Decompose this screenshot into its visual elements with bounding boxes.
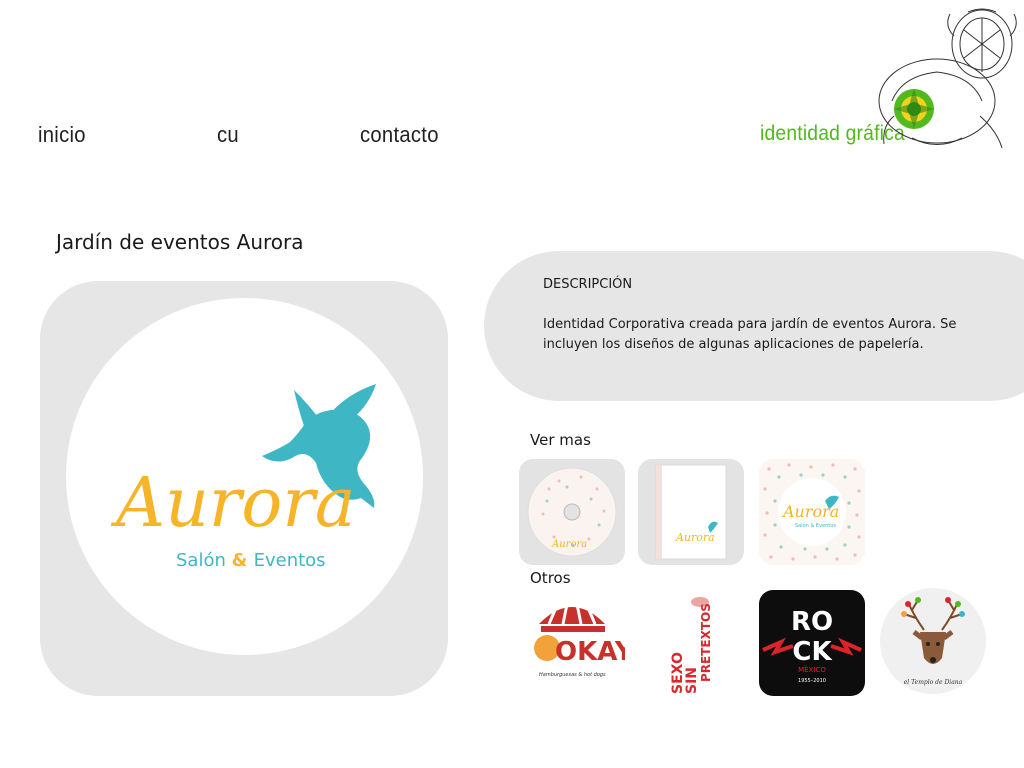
hero-circle: Aurora Salón & Eventos [66, 298, 423, 655]
rock-years: 1955–2010 [798, 678, 826, 684]
rock-mexico-text: MÉXICO [798, 665, 826, 674]
description-heading: DESCRIPCIÓN [543, 277, 633, 292]
thumb-folder[interactable]: Aurora [638, 459, 744, 565]
thumb-okay[interactable]: OKAY Hamburguesas & hot dogs [519, 590, 625, 696]
okay-sub: Hamburguesas & hot dogs [539, 672, 606, 678]
description-text: Identidad Corporativa creada para jardín… [543, 317, 957, 352]
rock-line1: RO [791, 607, 833, 637]
pretextos-text: PRETEXTOS [699, 603, 713, 682]
logo-sub-right: Eventos [254, 550, 326, 571]
otros-label: Otros [530, 569, 571, 587]
ver-mas-label: Ver mas [530, 431, 591, 449]
aurora-logo[interactable]: Aurora Salón & Eventos [66, 298, 423, 655]
okay-text: OKAY [555, 637, 625, 667]
folder-logo-text: Aurora [675, 531, 715, 544]
logo-sub-left: Salón [176, 550, 226, 571]
rock-line2: CK [792, 637, 832, 667]
page-title: Jardín de eventos Aurora [56, 230, 304, 254]
sin-text: SIN [684, 667, 700, 694]
hero-panel: Aurora Salón & Eventos [40, 281, 448, 696]
cd-logo-text: Aurora [551, 539, 587, 550]
logo-sub-amp: & [232, 550, 254, 571]
thumb-patterned-card[interactable]: Aurora Salón & Eventos [759, 459, 865, 565]
nav-inicio[interactable]: inicio [38, 122, 86, 148]
beetle-logo-icon[interactable] [872, 6, 1022, 151]
thumb-cd-disc[interactable]: Aurora [519, 459, 625, 565]
nav-cu[interactable]: cu [217, 122, 239, 148]
aurora-wordmark: Aurora [110, 464, 355, 543]
nav-contacto[interactable]: contacto [360, 122, 439, 148]
card-sub-text: Salón & Eventos [795, 522, 836, 529]
deer-caption: el Templo de Diana [904, 679, 963, 686]
thumb-sexo-sin-pretextos[interactable]: SEXO SIN PRETEXTOS [638, 590, 744, 696]
thumb-deer[interactable]: el Templo de Diana [880, 588, 986, 694]
svg-text:Salón & Even: Salón & Eventos [176, 550, 326, 571]
thumb-rock-mexico[interactable]: RO CK MÉXICO 1955–2010 [759, 590, 865, 696]
card-logo-text: Aurora [781, 502, 839, 521]
